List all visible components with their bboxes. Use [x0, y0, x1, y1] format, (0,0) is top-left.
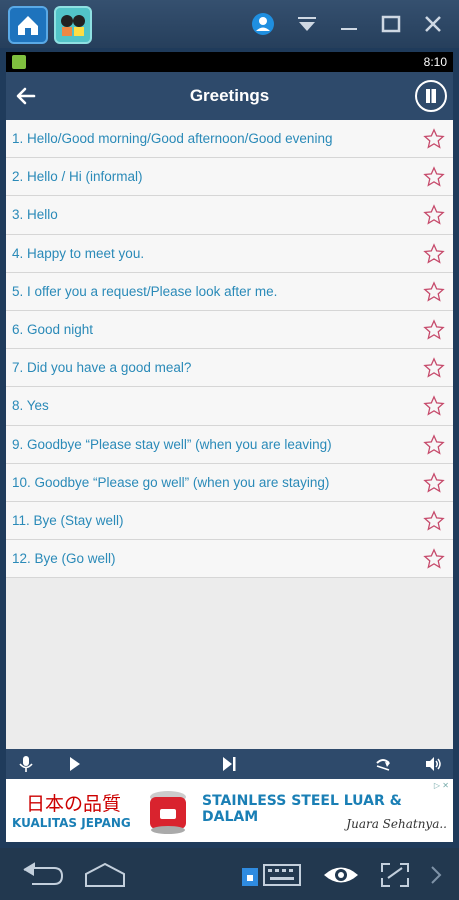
book-icon: [426, 89, 436, 103]
phrase-label: 8. Yes: [12, 398, 49, 414]
phone-screen: 8:10 Greetings 1. Hello/Good morning/Goo…: [6, 52, 453, 842]
notification-icon: [12, 55, 26, 69]
ad-kualitas-text: KUALITAS JEPANG: [12, 816, 131, 830]
close-icon[interactable]: [419, 10, 447, 38]
star-icon[interactable]: [423, 242, 445, 265]
phrase-list: 1. Hello/Good morning/Good afternoon/Goo…: [6, 120, 453, 579]
list-item[interactable]: 6. Good night: [6, 310, 453, 350]
phrase-label: 2. Hello / Hi (informal): [12, 169, 143, 185]
phrase-label: 6. Good night: [12, 321, 94, 337]
microphone-icon[interactable]: [16, 754, 36, 774]
skip-next-icon[interactable]: [219, 754, 239, 774]
page-title: Greetings: [189, 86, 270, 105]
ad-choices-badge[interactable]: ▷ ✕: [434, 781, 449, 790]
phrase-label: 3. Hello: [12, 207, 58, 223]
emulator-top-bar: [0, 0, 459, 48]
list-item[interactable]: 2. Hello / Hi (informal): [6, 158, 453, 197]
star-icon[interactable]: [423, 433, 445, 456]
emulator-bottom-bar: [0, 848, 459, 900]
book-button[interactable]: [415, 80, 447, 112]
star-icon[interactable]: [423, 204, 445, 226]
status-bar: 8:10: [6, 52, 453, 72]
star-icon[interactable]: [423, 510, 445, 532]
chevron-right-icon[interactable]: [428, 862, 444, 888]
star-icon[interactable]: [423, 166, 445, 188]
dropdown-icon[interactable]: [293, 10, 321, 38]
status-time: 8:10: [423, 55, 447, 69]
home-icon: [18, 16, 38, 35]
keyboard-icon[interactable]: [240, 862, 302, 888]
phrase-label: 10. Goodbye “Please go well” (when you a…: [12, 474, 330, 490]
minimize-icon[interactable]: [335, 10, 363, 38]
phrase-label: 11. Bye (Stay well): [12, 512, 124, 528]
play-icon[interactable]: [64, 754, 84, 774]
phrase-label: 5. I offer you a request/Please look aft…: [12, 283, 278, 299]
playback-controls: [6, 749, 453, 779]
app-icon: [61, 15, 85, 36]
list-item[interactable]: 5. I offer you a request/Please look aft…: [6, 272, 453, 311]
home-button-icon[interactable]: [82, 862, 128, 888]
phrase-label: 9. Goodbye “Please stay well” (when you …: [12, 436, 332, 452]
back-icon[interactable]: [18, 862, 66, 888]
maximize-icon[interactable]: [377, 10, 405, 38]
star-icon[interactable]: [423, 280, 445, 303]
star-icon[interactable]: [423, 471, 445, 494]
list-item[interactable]: 10. Goodbye “Please go well” (when you a…: [6, 463, 453, 502]
star-icon[interactable]: [423, 548, 445, 570]
phrase-label: 1. Hello/Good morning/Good afternoon/Goo…: [12, 131, 333, 146]
rice-cooker-icon: [150, 791, 186, 834]
ad-banner[interactable]: 日本の品質 KUALITAS JEPANG STAINLESS STEEL LU…: [6, 779, 453, 842]
list-item[interactable]: 9. Goodbye “Please stay well” (when you …: [6, 425, 453, 464]
phrase-label: 12. Bye (Go well): [12, 551, 116, 567]
list-item[interactable]: 7. Did you have a good meal?: [6, 349, 453, 388]
emulator-home-tab[interactable]: [8, 6, 48, 44]
list-item[interactable]: 11. Bye (Stay well): [6, 501, 453, 541]
ad-tagline: Juara Sehatnya..: [346, 817, 447, 831]
arrow-left-icon[interactable]: [12, 82, 40, 110]
app-bar: Greetings: [6, 72, 453, 120]
list-item[interactable]: 8. Yes: [6, 387, 453, 426]
star-icon[interactable]: [423, 128, 445, 150]
list-item[interactable]: 4. Happy to meet you.: [6, 234, 453, 273]
list-item[interactable]: 3. Hello: [6, 196, 453, 235]
repeat-icon[interactable]: [373, 754, 393, 774]
eye-icon[interactable]: [322, 862, 360, 888]
phrase-label: 4. Happy to meet you.: [12, 245, 145, 261]
star-icon[interactable]: [423, 357, 445, 379]
fullscreen-icon[interactable]: [378, 862, 412, 888]
phrase-label: 7. Did you have a good meal?: [12, 360, 192, 376]
list-item[interactable]: 12. Bye (Go well): [6, 540, 453, 579]
volume-icon[interactable]: [423, 754, 443, 774]
ad-japanese-text: 日本の品質: [26, 793, 122, 815]
list-item[interactable]: 1. Hello/Good morning/Good afternoon/Goo…: [6, 120, 453, 159]
emulator-app-tab[interactable]: [54, 6, 92, 44]
star-icon[interactable]: [423, 319, 445, 341]
star-icon[interactable]: [423, 395, 445, 417]
account-icon[interactable]: [249, 10, 277, 38]
